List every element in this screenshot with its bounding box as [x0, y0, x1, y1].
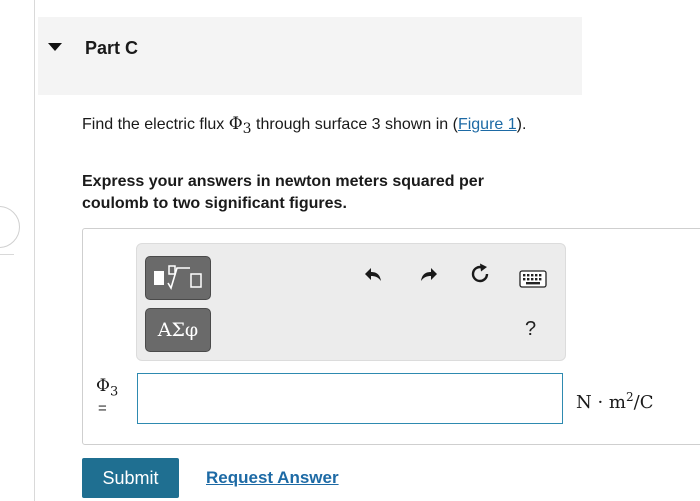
- submit-button[interactable]: Submit: [82, 458, 179, 498]
- question-middle: through surface 3 shown in (: [251, 116, 458, 133]
- question-suffix: ).: [516, 116, 527, 133]
- variable-symbol: Φ: [96, 376, 110, 396]
- help-button[interactable]: ?: [525, 318, 536, 341]
- left-rail-divider: [34, 0, 35, 501]
- request-answer-link[interactable]: Request Answer: [206, 468, 339, 488]
- flux-subscript: 3: [242, 121, 252, 138]
- equals-sign: =: [98, 400, 107, 417]
- flux-symbol: Φ: [228, 114, 243, 134]
- side-panel-toggle[interactable]: [0, 206, 20, 248]
- question-text: Find the electric flux Φ3 through surfac…: [82, 113, 572, 140]
- answer-instructions: Express your answers in newton meters sq…: [82, 173, 484, 212]
- caret-down-icon[interactable]: [48, 43, 62, 51]
- unit-per-coulomb: /C: [633, 392, 654, 413]
- undo-icon[interactable]: [363, 264, 385, 286]
- part-header[interactable]: Part C: [38, 17, 582, 95]
- math-templates-icon: [154, 265, 202, 290]
- answer-units: N · m2/C: [576, 390, 653, 413]
- answer-variable: Φ3: [96, 376, 118, 399]
- question-prefix: Find the electric flux: [82, 116, 229, 133]
- unit-meter: m: [608, 392, 626, 413]
- side-divider: [0, 254, 14, 255]
- unit-dot: ·: [591, 392, 609, 413]
- variable-subscript: 3: [109, 384, 119, 400]
- unit-exponent: 2: [626, 390, 634, 404]
- math-templates-button[interactable]: [145, 256, 211, 300]
- figure-link[interactable]: Figure 1: [458, 116, 517, 133]
- reset-icon[interactable]: [468, 262, 492, 286]
- answer-input[interactable]: [137, 373, 563, 424]
- unit-newton: N: [576, 392, 592, 413]
- redo-icon[interactable]: [417, 264, 439, 286]
- keyboard-icon[interactable]: [519, 270, 547, 288]
- greek-symbols-button[interactable]: ΑΣφ: [145, 308, 211, 352]
- part-title: Part C: [85, 38, 139, 58]
- math-toolbar: ΑΣφ ?: [136, 243, 566, 361]
